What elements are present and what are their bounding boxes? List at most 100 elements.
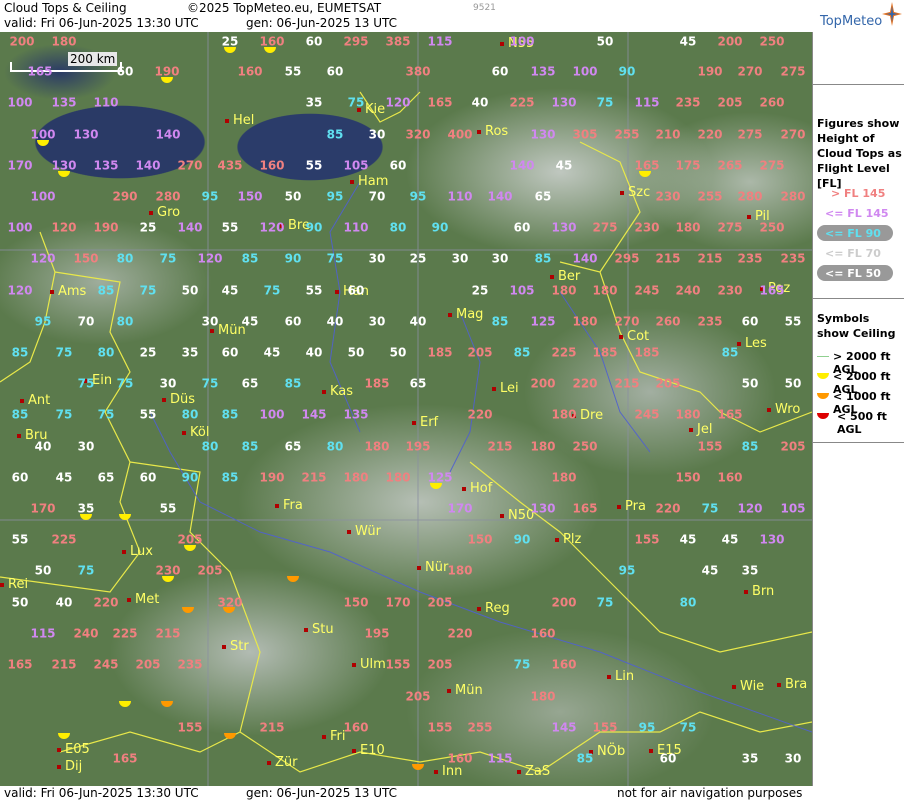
cloud-top-value: 180 (551, 283, 577, 298)
cloud-top-value: 90 (513, 532, 531, 547)
cloud-top-value: 25 (139, 220, 157, 235)
cloud-top-value: 165 (717, 407, 743, 422)
cloud-top-value: 110 (343, 220, 369, 235)
cloud-top-value: 155 (177, 720, 203, 735)
cloud-top-value: 140 (155, 127, 181, 142)
cloud-top-value: 100 (7, 95, 33, 110)
cloud-top-value: 135 (51, 95, 77, 110)
cloud-top-value: 160 (237, 64, 263, 79)
cloud-top-value: 75 (139, 283, 157, 298)
cloud-top-value: 65 (97, 470, 115, 485)
cloud-top-value: 85 (221, 470, 239, 485)
cloud-top-value: 260 (655, 314, 681, 329)
cloud-top-value: 95 (326, 189, 344, 204)
cloud-top-value: 190 (259, 470, 285, 485)
satellite-map[interactable]: 200 km Hel Kie Ros N55 Ham Szc Gro Bre Pil Ber Han… (0, 32, 812, 786)
cloud-top-value: 215 (259, 720, 285, 735)
scale-label: 200 km (68, 52, 118, 66)
cloud-top-value: 200 (551, 595, 577, 610)
red-cloud-icon (817, 413, 829, 419)
cloud-top-value: 110 (93, 95, 119, 110)
city-label: Kie (356, 102, 386, 117)
cloud-top-value: 245 (93, 657, 119, 672)
city-label: Kas (321, 384, 354, 399)
cloud-top-value: 75 (159, 251, 177, 266)
city-label: Ber (549, 269, 581, 284)
cloud-top-value: 165 (7, 657, 33, 672)
cloud-top-value: 220 (93, 595, 119, 610)
cloud-top-value: 190 (93, 220, 119, 235)
legend-ceil-lt500: < 500 ft AGL (837, 410, 887, 436)
cloud-top-value: 160 (343, 720, 369, 735)
cloud-top-value: 145 (551, 720, 577, 735)
cloud-top-value: 90 (618, 64, 636, 79)
cloud-top-value: 30 (491, 251, 509, 266)
legend-ceiling-title: Symbols show Ceiling (817, 312, 896, 340)
cloud-top-value: 225 (551, 345, 577, 360)
cloud-top-value: 160 (259, 158, 285, 173)
line-symbol-icon (817, 356, 829, 357)
cloud-top-value: 380 (405, 64, 431, 79)
cloud-top-value: 180 (551, 407, 577, 422)
cloud-top-value: 255 (467, 720, 493, 735)
footer-valid: valid: Fri 06-Jun-2025 13:30 UTC (4, 786, 199, 800)
cloud-top-value: 220 (572, 376, 598, 391)
cloud-top-value: 225 (509, 95, 535, 110)
city-label: Wie (731, 679, 765, 694)
cloud-top-value: 55 (305, 158, 323, 173)
map-id: 9521 (473, 3, 496, 13)
cloud-top-value: 25 (471, 283, 489, 298)
cloud-top-value: 130 (530, 127, 556, 142)
cloud-top-value: 65 (241, 376, 259, 391)
cloud-top-value: 70 (368, 189, 386, 204)
cloud-top-value: 140 (487, 189, 513, 204)
cloud-top-value: 385 (385, 34, 411, 49)
cloud-top-value: 85 (97, 283, 115, 298)
city-label: Ant (19, 393, 51, 408)
header: Cloud Tops & Ceiling ©2025 TopMeteo.eu, … (0, 0, 812, 32)
cloud-top-value: 135 (343, 407, 369, 422)
cloud-top-value: 75 (263, 283, 281, 298)
city-label: Lei (492, 381, 519, 396)
topmeteo-logo[interactable]: TopMeteo (812, 0, 904, 32)
cloud-top-value: 125 (530, 314, 556, 329)
cloud-top-value: 95 (34, 314, 52, 329)
yellow-cloud-icon (817, 373, 829, 379)
legend-panel: Figures show Height of Cloud Tops as Fli… (812, 32, 904, 786)
cloud-top-value: 150 (343, 595, 369, 610)
cloud-top-value: 30 (159, 376, 177, 391)
cloud-top-value: 45 (701, 563, 719, 578)
cloud-top-value: 40 (326, 314, 344, 329)
cloud-top-value: 320 (405, 127, 431, 142)
cloud-top-value: 150 (237, 189, 263, 204)
cloud-top-value: 270 (614, 314, 640, 329)
cloud-top-value: 130 (551, 95, 577, 110)
cloud-top-value: 280 (155, 189, 181, 204)
cloud-top-value: 400 (447, 127, 473, 142)
cloud-top-value: 60 (347, 283, 365, 298)
cloud-top-value: 75 (596, 595, 614, 610)
cloud-top-value: 435 (217, 158, 243, 173)
cloud-top-value: 75 (513, 657, 531, 672)
cloud-top-value: 75 (326, 251, 344, 266)
cloud-top-value: 180 (385, 470, 411, 485)
footer-gen: gen: 06-Jun-2025 13 UTC (246, 786, 398, 800)
cloud-top-value: 180 (572, 314, 598, 329)
cloud-top-value: 75 (347, 95, 365, 110)
cloud-top-value: 75 (55, 407, 73, 422)
legend-fl-le90: <= FL 90 (825, 227, 881, 240)
cloud-top-value: 65 (409, 376, 427, 391)
cloud-top-value: 120 (7, 283, 33, 298)
cloud-top-value: 120 (197, 251, 223, 266)
city-label: Met (126, 592, 160, 607)
cloud-top-value: 25 (409, 251, 427, 266)
cloud-top-value: 270 (737, 64, 763, 79)
cloud-top-value: 50 (389, 345, 407, 360)
footer: valid: Fri 06-Jun-2025 13:30 UTC gen: 06… (0, 786, 812, 801)
cloud-top-value: 85 (576, 751, 594, 766)
cloud-top-value: 50 (741, 376, 759, 391)
cloud-top-value: 155 (592, 720, 618, 735)
cloud-top-value: 85 (241, 439, 259, 454)
cloud-top-value: 60 (513, 220, 531, 235)
cloud-top-value: 105 (343, 158, 369, 173)
